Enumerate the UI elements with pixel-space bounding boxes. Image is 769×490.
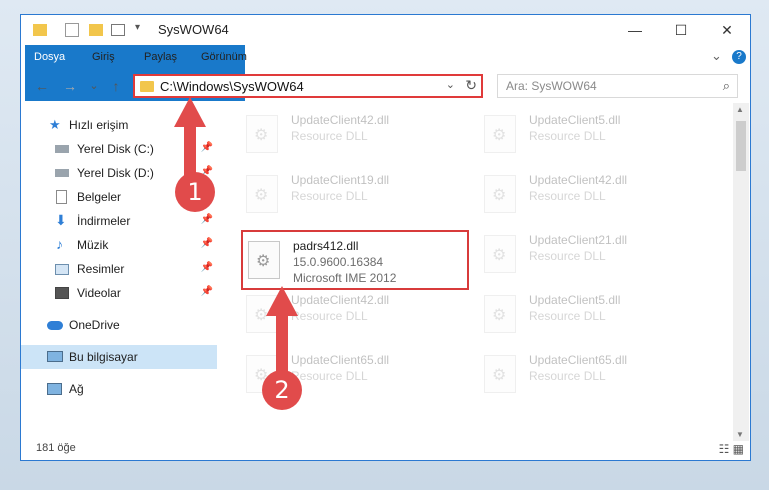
- download-icon: ⬇: [55, 212, 67, 228]
- dll-file-icon: [484, 175, 516, 213]
- file-name: UpdateClient21.dll: [529, 233, 628, 247]
- maximize-button[interactable]: ☐: [658, 15, 704, 45]
- address-path[interactable]: C:\Windows\SysWOW64: [160, 79, 304, 94]
- sidebar-item-downloads[interactable]: ⬇ İndirmeler 📌: [21, 209, 217, 233]
- sidebar-item-label: Yerel Disk (C:): [77, 142, 154, 156]
- sidebar-item-label: Bu bilgisayar: [69, 350, 138, 364]
- file-name: UpdateClient19.dll: [291, 173, 390, 187]
- pin-icon[interactable]: 📌: [201, 214, 213, 225]
- navigation-bar: ← → ⌄ ↑ C:\Windows\SysWOW64 ⌄ ↻ Ara: Sys…: [21, 71, 750, 101]
- status-bar: 181 öğe ☷ ▦: [21, 438, 750, 460]
- dll-file-icon: [246, 115, 278, 153]
- sidebar-item-label: Müzik: [77, 238, 109, 252]
- tab-home[interactable]: Giriş: [83, 45, 124, 69]
- dll-file-icon: [484, 355, 516, 393]
- sidebar-item-label: Videolar: [77, 286, 121, 300]
- file-description: Resource DLL: [291, 129, 368, 143]
- back-button[interactable]: ←: [33, 77, 51, 95]
- minimize-button[interactable]: —: [612, 15, 658, 45]
- file-description: Resource DLL: [291, 189, 368, 203]
- new-folder-icon[interactable]: [89, 24, 103, 36]
- sidebar-item-network[interactable]: Ağ: [21, 377, 217, 401]
- file-item[interactable]: UpdateClient21.dll Resource DLL: [484, 227, 704, 283]
- title-bar: ▾ SysWOW64 — ☐ ✕: [21, 15, 750, 45]
- view-icon[interactable]: [111, 24, 125, 36]
- tab-share[interactable]: Paylaş: [135, 45, 186, 69]
- file-description: Resource DLL: [529, 309, 606, 323]
- document-icon: [56, 190, 67, 204]
- sidebar-item-label: Hızlı erişim: [69, 118, 129, 132]
- tab-view[interactable]: Görünüm: [192, 45, 256, 69]
- sidebar-item-label: Belgeler: [77, 190, 122, 204]
- file-item[interactable]: UpdateClient5.dll Resource DLL: [484, 287, 704, 343]
- file-name: UpdateClient42.dll: [529, 173, 628, 187]
- drive-icon: [55, 169, 69, 177]
- close-button[interactable]: ✕: [704, 15, 750, 45]
- file-item[interactable]: UpdateClient42.dll Resource DLL: [246, 107, 466, 163]
- dll-file-icon: [246, 175, 278, 213]
- search-placeholder[interactable]: Ara: SysWOW64: [506, 79, 597, 93]
- annotation-badge-1: 1: [175, 172, 215, 212]
- file-item[interactable]: UpdateClient19.dll Resource DLL: [246, 167, 466, 223]
- dll-file-icon: [484, 235, 516, 273]
- item-count: 181 öğe: [36, 442, 76, 454]
- sidebar-item-label: İndirmeler: [77, 214, 131, 228]
- address-dropdown-icon[interactable]: ⌄: [446, 78, 455, 91]
- file-name: UpdateClient5.dll: [529, 293, 621, 307]
- folder-icon: [33, 24, 47, 36]
- sidebar-item-label: Resimler: [77, 262, 125, 276]
- recent-locations-button[interactable]: ⌄: [85, 77, 103, 95]
- properties-icon[interactable]: [65, 23, 79, 37]
- star-icon: ★: [49, 117, 61, 132]
- file-item[interactable]: UpdateClient65.dll Resource DLL: [484, 347, 704, 403]
- pin-icon[interactable]: 📌: [201, 286, 213, 297]
- vertical-scrollbar[interactable]: ▲ ▼: [733, 103, 749, 441]
- file-description: Resource DLL: [529, 189, 606, 203]
- drive-icon: [55, 145, 69, 153]
- up-button[interactable]: ↑: [107, 77, 125, 95]
- pictures-icon: [55, 264, 69, 275]
- scroll-thumb[interactable]: [736, 121, 746, 171]
- help-icon[interactable]: ?: [732, 50, 746, 64]
- sidebar-item-pictures[interactable]: Resimler 📌: [21, 257, 217, 281]
- pin-icon[interactable]: 📌: [201, 262, 213, 273]
- sidebar-item-videos[interactable]: Videolar 📌: [21, 281, 217, 305]
- pin-icon[interactable]: 📌: [201, 238, 213, 249]
- folder-icon: [140, 81, 154, 92]
- forward-button[interactable]: →: [61, 77, 79, 95]
- file-item[interactable]: UpdateClient42.dll Resource DLL: [484, 167, 704, 223]
- sidebar-item-onedrive[interactable]: OneDrive: [21, 313, 217, 337]
- cloud-icon: [47, 321, 63, 330]
- annotation-badge-2: 2: [262, 370, 302, 410]
- file-name: UpdateClient65.dll: [529, 353, 628, 367]
- refresh-icon[interactable]: ↻: [465, 77, 477, 94]
- view-toggle-icons[interactable]: ☷ ▦: [719, 442, 744, 456]
- file-highlight-box: [241, 230, 469, 290]
- file-name: UpdateClient5.dll: [529, 113, 621, 127]
- search-icon[interactable]: ⌕: [723, 78, 730, 94]
- dll-file-icon: [484, 115, 516, 153]
- customize-toolbar-icon[interactable]: ▾: [135, 22, 140, 38]
- sidebar-item-label: Yerel Disk (D:): [77, 166, 154, 180]
- sidebar-item-label: OneDrive: [69, 318, 120, 332]
- video-icon: [55, 287, 69, 299]
- sidebar-item-music[interactable]: ♪ Müzik 📌: [21, 233, 217, 257]
- computer-icon: [47, 351, 63, 362]
- music-icon: ♪: [56, 236, 63, 252]
- scroll-up-icon[interactable]: ▲: [736, 105, 744, 114]
- ribbon-tabs: Dosya Giriş Paylaş Görünüm ⌄ ?: [21, 45, 750, 101]
- sidebar-item-this-pc[interactable]: Bu bilgisayar: [21, 345, 217, 369]
- ribbon-expand-icon[interactable]: ⌄: [711, 48, 722, 64]
- search-box[interactable]: Ara: SysWOW64 ⌕: [497, 74, 738, 98]
- file-description: Resource DLL: [529, 129, 606, 143]
- file-description: Resource DLL: [529, 249, 606, 263]
- dll-file-icon: [484, 295, 516, 333]
- file-name: UpdateClient42.dll: [291, 113, 390, 127]
- file-item[interactable]: UpdateClient5.dll Resource DLL: [484, 107, 704, 163]
- sidebar-item-label: Ağ: [69, 382, 84, 396]
- file-description: Resource DLL: [529, 369, 606, 383]
- network-icon: [47, 383, 62, 395]
- window-title: SysWOW64: [158, 22, 229, 37]
